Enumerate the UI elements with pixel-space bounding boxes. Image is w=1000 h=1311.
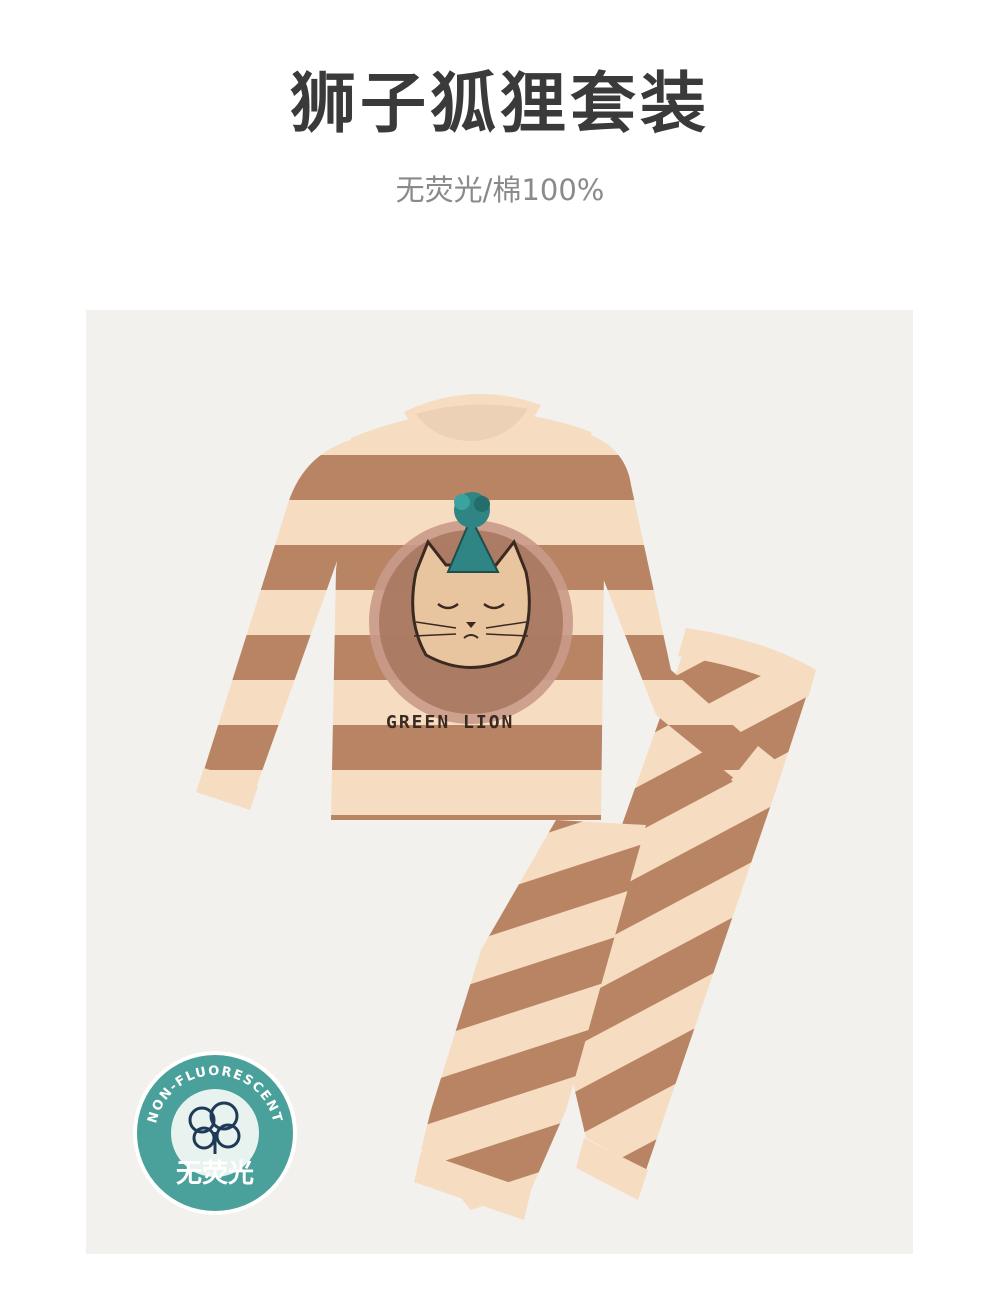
badge-label: 无荧光 [176,1159,254,1189]
print-text: GREEN LION [386,712,514,733]
page-subtitle: 无荧光/棉100% [395,173,605,207]
page-title: 狮子狐狸套装 [290,65,710,142]
non-fluorescent-badge: NON-FLUORESCENT 无荧光 [132,1050,298,1216]
